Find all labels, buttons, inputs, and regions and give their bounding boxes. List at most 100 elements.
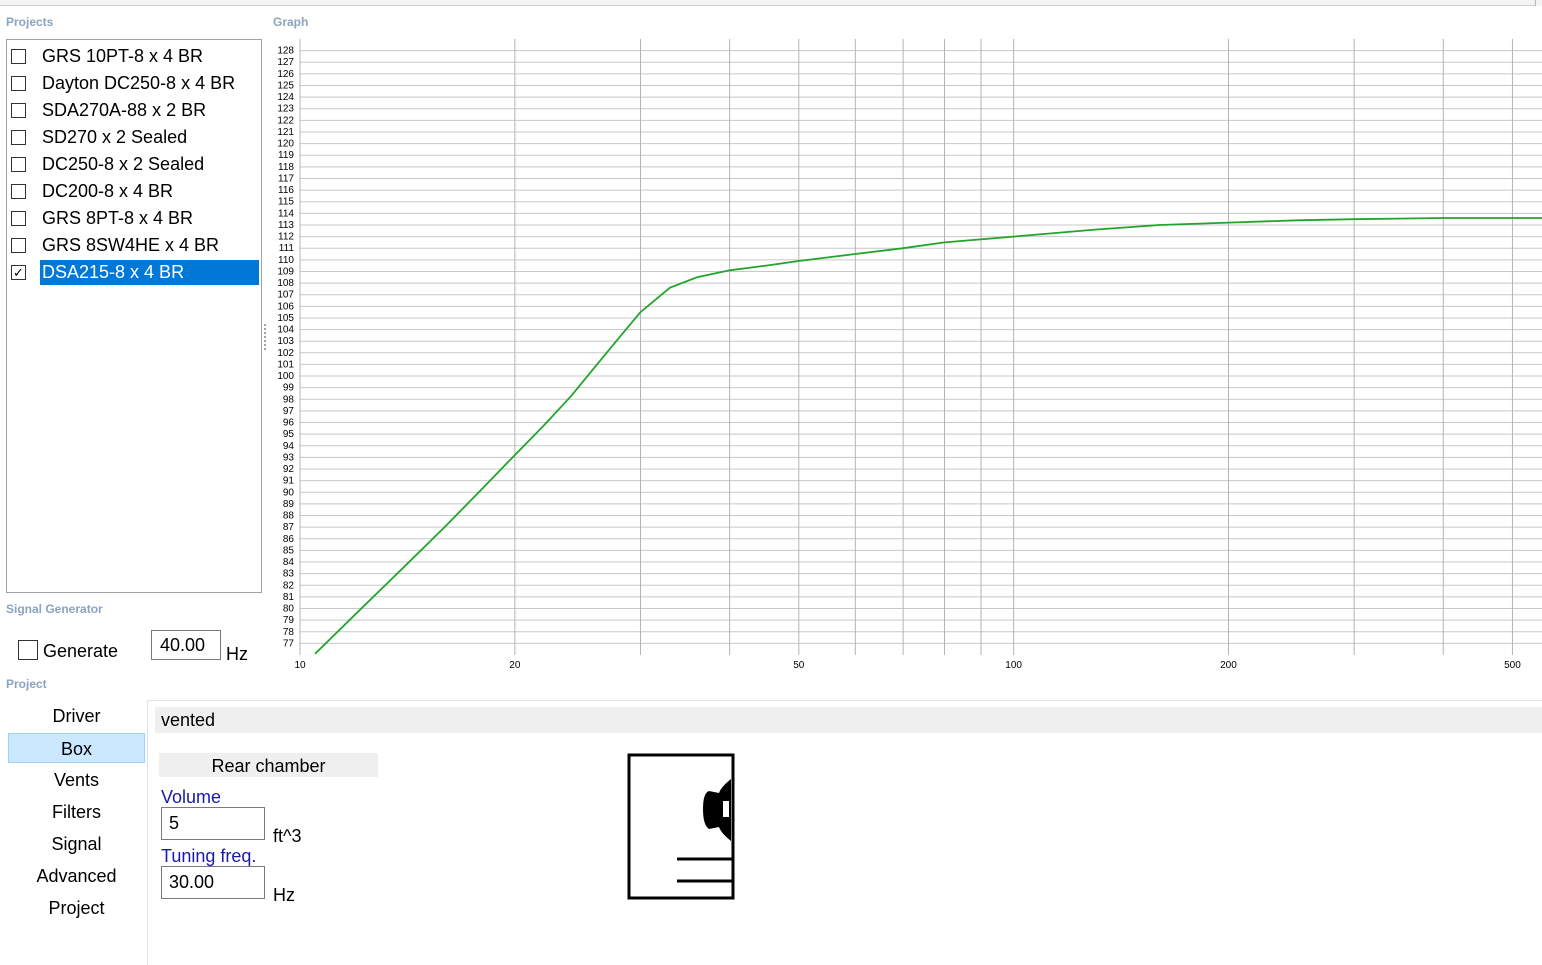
project-label: Dayton DC250-8 x 4 BR — [42, 72, 236, 93]
project-checkbox[interactable]: ✓ — [11, 264, 26, 280]
project-label: DSA215-8 x 4 BR — [40, 259, 259, 285]
y-tick-label: 81 — [283, 592, 295, 603]
y-tick-label: 89 — [283, 499, 295, 510]
y-tick-label: 94 — [283, 441, 295, 452]
y-tick-label: 127 — [277, 57, 294, 68]
top-scroll-handle[interactable] — [1535, 0, 1542, 6]
volume-label: Volume — [161, 787, 222, 807]
nav-item-project[interactable]: Project — [8, 893, 145, 923]
project-list-item[interactable]: GRS 8PT-8 x 4 BR — [11, 205, 195, 231]
project-list-item[interactable]: SD270 x 2 Sealed — [11, 124, 189, 150]
y-tick-label: 116 — [278, 185, 294, 196]
project-label: SDA270A-88 x 2 BR — [42, 99, 207, 120]
x-tick-label: 20 — [509, 660, 521, 671]
y-tick-label: 85 — [283, 545, 295, 556]
splitter-grip[interactable] — [263, 323, 267, 351]
y-tick-label: 120 — [277, 139, 294, 150]
project-checkbox[interactable] — [11, 129, 26, 145]
y-tick-label: 82 — [283, 580, 295, 591]
y-tick-label: 110 — [278, 255, 294, 266]
y-tick-label: 108 — [277, 278, 294, 289]
y-tick-label: 122 — [277, 115, 294, 126]
project-checkbox[interactable] — [11, 75, 26, 91]
project-list-item[interactable]: Dayton DC250-8 x 4 BR — [11, 70, 237, 96]
y-tick-label: 117 — [278, 173, 294, 184]
y-tick-label: 96 — [283, 418, 295, 429]
frequency-response-chart: 7778798081828384858687888990919293949596… — [277, 39, 1542, 671]
nav-item-driver[interactable]: Driver — [8, 701, 145, 731]
y-tick-label: 105 — [277, 313, 294, 324]
y-tick-label: 112 — [278, 232, 294, 243]
y-tick-label: 101 — [277, 359, 294, 370]
project-list-item[interactable]: GRS 8SW4HE x 4 BR — [11, 232, 221, 258]
y-tick-label: 102 — [277, 348, 294, 359]
content-divider — [147, 700, 1542, 701]
project-label: GRS 10PT-8 x 4 BR — [42, 45, 204, 66]
project-list-item[interactable]: ✓ DSA215-8 x 4 BR — [11, 259, 259, 285]
generator-frequency-unit: Hz — [226, 644, 248, 664]
project-section-label: Project — [6, 677, 47, 691]
y-tick-label: 77 — [283, 638, 295, 649]
project-checkbox[interactable] — [11, 210, 26, 226]
nav-item-vents[interactable]: Vents — [8, 765, 145, 795]
y-tick-label: 86 — [283, 534, 295, 545]
box-type-bar: vented — [155, 707, 1542, 733]
tuning-freq-input[interactable]: 30.00 — [161, 866, 265, 899]
project-checkbox[interactable] — [11, 156, 26, 172]
y-tick-label: 87 — [283, 522, 295, 533]
x-tick-label: 100 — [1005, 660, 1022, 671]
nav-item-box[interactable]: Box — [8, 733, 145, 763]
project-checkbox[interactable] — [11, 183, 26, 199]
project-label: SD270 x 2 Sealed — [42, 126, 188, 147]
project-label: DC250-8 x 2 Sealed — [42, 153, 205, 174]
projects-list: GRS 10PT-8 x 4 BR Dayton DC250-8 x 4 BR SD… — [6, 39, 262, 593]
project-list-item[interactable]: SDA270A-88 x 2 BR — [11, 97, 208, 123]
nav-divider — [147, 700, 148, 965]
y-tick-label: 124 — [277, 92, 294, 103]
nav-item-filters[interactable]: Filters — [8, 797, 145, 827]
projects-section-label: Projects — [6, 15, 54, 29]
generate-checkbox[interactable] — [18, 640, 38, 660]
project-list-item[interactable]: DC200-8 x 4 BR — [11, 178, 175, 204]
signal-generator-section-label: Signal Generator — [6, 602, 103, 616]
y-tick-label: 93 — [283, 452, 295, 463]
project-list-item[interactable]: GRS 10PT-8 x 4 BR — [11, 43, 205, 69]
project-checkbox[interactable] — [11, 102, 26, 118]
y-tick-label: 109 — [277, 266, 294, 277]
y-tick-label: 126 — [277, 69, 294, 80]
project-list-item[interactable]: DC250-8 x 2 Sealed — [11, 151, 206, 177]
y-tick-label: 125 — [277, 80, 294, 91]
tuning-freq-label: Tuning freq. — [161, 846, 257, 866]
vented-box-diagram — [627, 753, 735, 900]
y-tick-label: 128 — [277, 46, 294, 57]
y-tick-label: 114 — [278, 208, 294, 219]
project-label: GRS 8SW4HE x 4 BR — [42, 234, 220, 255]
y-tick-label: 84 — [283, 557, 295, 568]
graph-section-label: Graph — [273, 15, 309, 29]
x-tick-label: 50 — [793, 660, 805, 671]
tuning-freq-unit: Hz — [273, 885, 295, 905]
generator-frequency-input[interactable]: 40.00 — [151, 630, 221, 660]
y-tick-label: 79 — [283, 615, 295, 626]
y-tick-label: 78 — [283, 627, 295, 638]
y-tick-label: 118 — [278, 162, 294, 173]
nav-item-signal[interactable]: Signal — [8, 829, 145, 859]
speaker-cone-hole — [723, 801, 729, 817]
x-tick-label: 500 — [1504, 660, 1521, 671]
generate-label: Generate — [43, 641, 119, 661]
plot-area — [300, 39, 1542, 655]
y-tick-label: 121 — [277, 127, 294, 138]
project-checkbox[interactable] — [11, 48, 26, 64]
nav-item-advanced[interactable]: Advanced — [8, 861, 145, 891]
y-tick-label: 104 — [277, 325, 294, 336]
y-tick-label: 99 — [283, 383, 295, 394]
y-tick-label: 111 — [279, 243, 295, 254]
y-tick-label: 88 — [283, 511, 295, 522]
y-tick-label: 98 — [283, 394, 295, 405]
y-tick-label: 90 — [283, 487, 295, 498]
project-checkbox[interactable] — [11, 237, 26, 253]
project-label: DC200-8 x 4 BR — [42, 180, 174, 201]
project-label: GRS 8PT-8 x 4 BR — [42, 207, 194, 228]
y-tick-label: 115 — [278, 197, 294, 208]
volume-input[interactable]: 5 — [161, 807, 265, 840]
